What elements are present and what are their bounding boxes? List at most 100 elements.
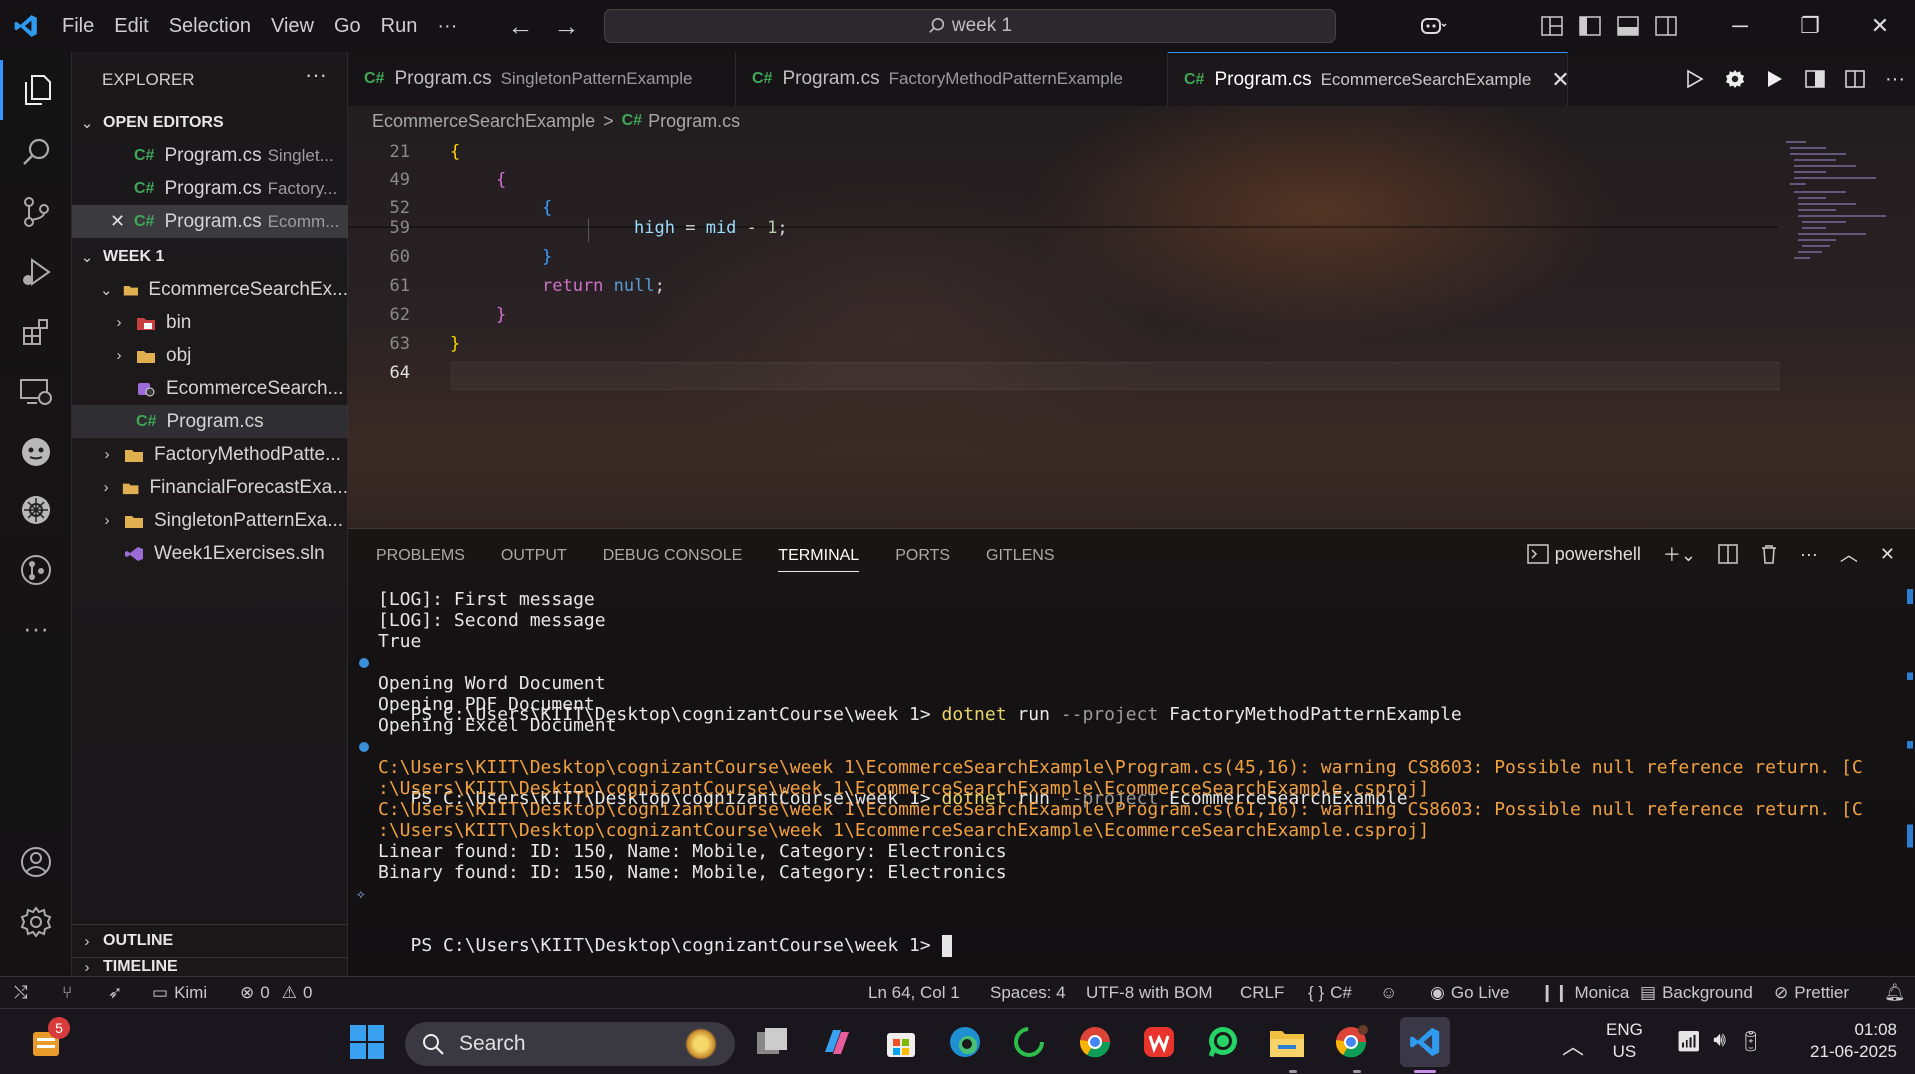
split-editor-icon[interactable] [1835, 69, 1875, 89]
run-outline-icon[interactable] [1675, 69, 1715, 89]
gitlens-icon[interactable] [0, 540, 72, 600]
tree-folder-factory[interactable]: › FactoryMethodPatte... [72, 438, 348, 471]
terminal-scrollbar[interactable] [1907, 589, 1913, 969]
more-actions-icon[interactable]: ··· [1875, 68, 1915, 91]
menu-selection[interactable]: Selection [159, 0, 261, 52]
tab-ecommerce[interactable]: C# Program.cs EcommerceSearchExample ✕ [1168, 52, 1570, 106]
tab-output[interactable]: OUTPUT [501, 547, 567, 572]
minimap[interactable] [1786, 138, 1896, 268]
close-window-button[interactable]: ✕ [1845, 0, 1915, 52]
menu-go[interactable]: Go [324, 0, 371, 52]
source-control-icon[interactable] [0, 182, 72, 242]
go-live[interactable]: ◉ Go Live [1430, 977, 1509, 1009]
remote-indicator-icon[interactable]: ⤭ [14, 977, 28, 1009]
system-tray[interactable]: 📶︎ 🔊︎ 🔋︎ [1676, 1029, 1763, 1054]
compare-icon[interactable] [1795, 69, 1835, 89]
prettier-status[interactable]: ⊘ Prettier [1774, 977, 1849, 1009]
tree-folder-bin[interactable]: › bin [72, 306, 348, 339]
indentation[interactable]: Spaces: 4 [990, 977, 1066, 1009]
copilot-status-icon[interactable]: ☺ [1380, 977, 1397, 1009]
git-graph-icon[interactable]: ⑂ [62, 977, 72, 1009]
problems-status[interactable]: ⊗ 0 ⚠ 0 [240, 977, 312, 1009]
weather-widget-icon[interactable]: 5 [22, 1017, 72, 1067]
trash-icon[interactable] [1760, 544, 1778, 564]
open-editors-section[interactable]: ⌄ OPEN EDITORS [72, 106, 348, 139]
language-mode[interactable]: { } C# [1308, 977, 1352, 1009]
tab-problems[interactable]: PROBLEMS [376, 547, 465, 572]
breadcrumb-file[interactable]: Program.cs [648, 111, 740, 132]
open-editor-item[interactable]: C# Program.cs Factory... [72, 172, 348, 205]
show-hidden-icons-chevron[interactable]: ︿ [1562, 1029, 1584, 1061]
timeline-section[interactable]: › TIMELINE [72, 957, 348, 976]
kimi-status[interactable]: ▭ Kimi [152, 977, 207, 1009]
remote-explorer-icon[interactable] [0, 362, 72, 422]
line-endings[interactable]: CRLF [1240, 977, 1284, 1009]
command-center[interactable]: week 1 [604, 9, 1336, 43]
tab-debug-console[interactable]: DEBUG CONSOLE [603, 547, 743, 572]
copilot-app-icon[interactable] [812, 1017, 862, 1067]
tab-factory[interactable]: C# Program.cs FactoryMethodPatternExampl… [736, 52, 1168, 106]
new-terminal-icon[interactable]: ＋⌄ [1663, 541, 1696, 567]
restore-button[interactable]: ❐ [1775, 0, 1845, 52]
toggle-primary-sidebar-icon[interactable] [1571, 0, 1609, 52]
microsoft-store-icon[interactable] [876, 1017, 926, 1067]
cursor-position[interactable]: Ln 64, Col 1 [868, 977, 960, 1009]
tree-folder-ecommerce[interactable]: ⌄ EcommerceSearchEx... [72, 273, 348, 306]
more-views-icon[interactable]: ··· [0, 598, 72, 658]
chrome-icon[interactable] [1070, 1017, 1120, 1067]
wps-office-icon[interactable] [1134, 1017, 1184, 1067]
encoding[interactable]: UTF-8 with BOM [1086, 977, 1213, 1009]
tab-singleton[interactable]: C# Program.cs SingletonPatternExample [348, 52, 736, 106]
close-panel-icon[interactable]: ✕ [1880, 544, 1895, 565]
toggle-panel-icon[interactable] [1609, 0, 1647, 52]
clock[interactable]: 01:08 21-06-2025 [1810, 1019, 1897, 1063]
vscode-taskbar-icon[interactable] [1400, 1017, 1450, 1067]
terminal-shell-selector[interactable]: powershell [1527, 544, 1641, 565]
rocket-icon[interactable]: ➶ [108, 977, 122, 1009]
extensions-icon[interactable] [0, 302, 72, 362]
green-app-icon[interactable] [1004, 1017, 1054, 1067]
tree-file-program[interactable]: C# Program.cs [72, 405, 348, 438]
more-actions-icon[interactable]: ··· [1800, 544, 1818, 565]
workspace-section[interactable]: ⌄ WEEK 1 [72, 240, 348, 273]
close-icon[interactable]: ✕ [110, 211, 134, 232]
accounts-icon[interactable] [0, 832, 72, 892]
sparkle-icon[interactable]: ✧ [356, 881, 366, 907]
tree-folder-singleton[interactable]: › SingletonPatternExa... [72, 504, 348, 537]
search-activity-icon[interactable] [0, 122, 72, 182]
taskbar-search-box[interactable]: Search [405, 1022, 735, 1066]
outline-section[interactable]: › OUTLINE [72, 924, 348, 957]
menu-more[interactable]: ··· [427, 0, 467, 52]
task-view-icon[interactable] [748, 1017, 798, 1067]
copilot-icon[interactable] [1403, 0, 1463, 52]
tree-folder-obj[interactable]: › obj [72, 339, 348, 372]
tab-ports[interactable]: PORTS [895, 547, 950, 572]
run-debug-icon[interactable] [0, 242, 72, 302]
whatsapp-icon[interactable] [1198, 1017, 1248, 1067]
monica-status[interactable]: ❙❙ Monica [1540, 977, 1629, 1009]
language-indicator[interactable]: ENG US [1606, 1019, 1643, 1063]
edge-browser-icon[interactable] [940, 1017, 990, 1067]
code-editor[interactable]: 21 49 52 59 60 61 62 63 64 { { { high = … [348, 136, 1780, 426]
tree-file-sln[interactable]: Week1Exercises.sln [72, 537, 348, 570]
back-arrow-icon[interactable]: ← [507, 11, 533, 42]
tab-gitlens[interactable]: GITLENS [986, 547, 1054, 572]
maximize-panel-icon[interactable]: ︿ [1840, 541, 1858, 567]
menu-edit[interactable]: Edit [104, 0, 158, 52]
run-icon[interactable] [1755, 69, 1795, 89]
start-windows-icon[interactable] [342, 1017, 392, 1067]
notifications-bell-icon[interactable]: 🔔︎ [1884, 977, 1906, 1009]
chrome-profile-icon[interactable] [1326, 1017, 1376, 1067]
open-editor-item-active[interactable]: ✕ C# Program.cs Ecomm... [72, 205, 348, 238]
gear-icon[interactable] [1715, 68, 1755, 90]
file-explorer-icon[interactable] [1262, 1017, 1312, 1067]
background-status[interactable]: ▤ Background [1640, 977, 1753, 1009]
breadcrumb-folder[interactable]: EcommerceSearchExample [372, 111, 595, 132]
explorer-more-button[interactable]: ··· [305, 62, 327, 88]
tree-file-csproj[interactable]: EcommerceSearch... [72, 372, 348, 405]
customize-layout-icon[interactable] [1533, 0, 1571, 52]
forward-arrow-icon[interactable]: → [553, 11, 579, 42]
tree-folder-financial[interactable]: › FinancialForecastExa... [72, 471, 348, 504]
minimize-button[interactable]: ─ [1705, 0, 1775, 52]
open-editor-item[interactable]: C# Program.cs Singlet... [72, 139, 348, 172]
